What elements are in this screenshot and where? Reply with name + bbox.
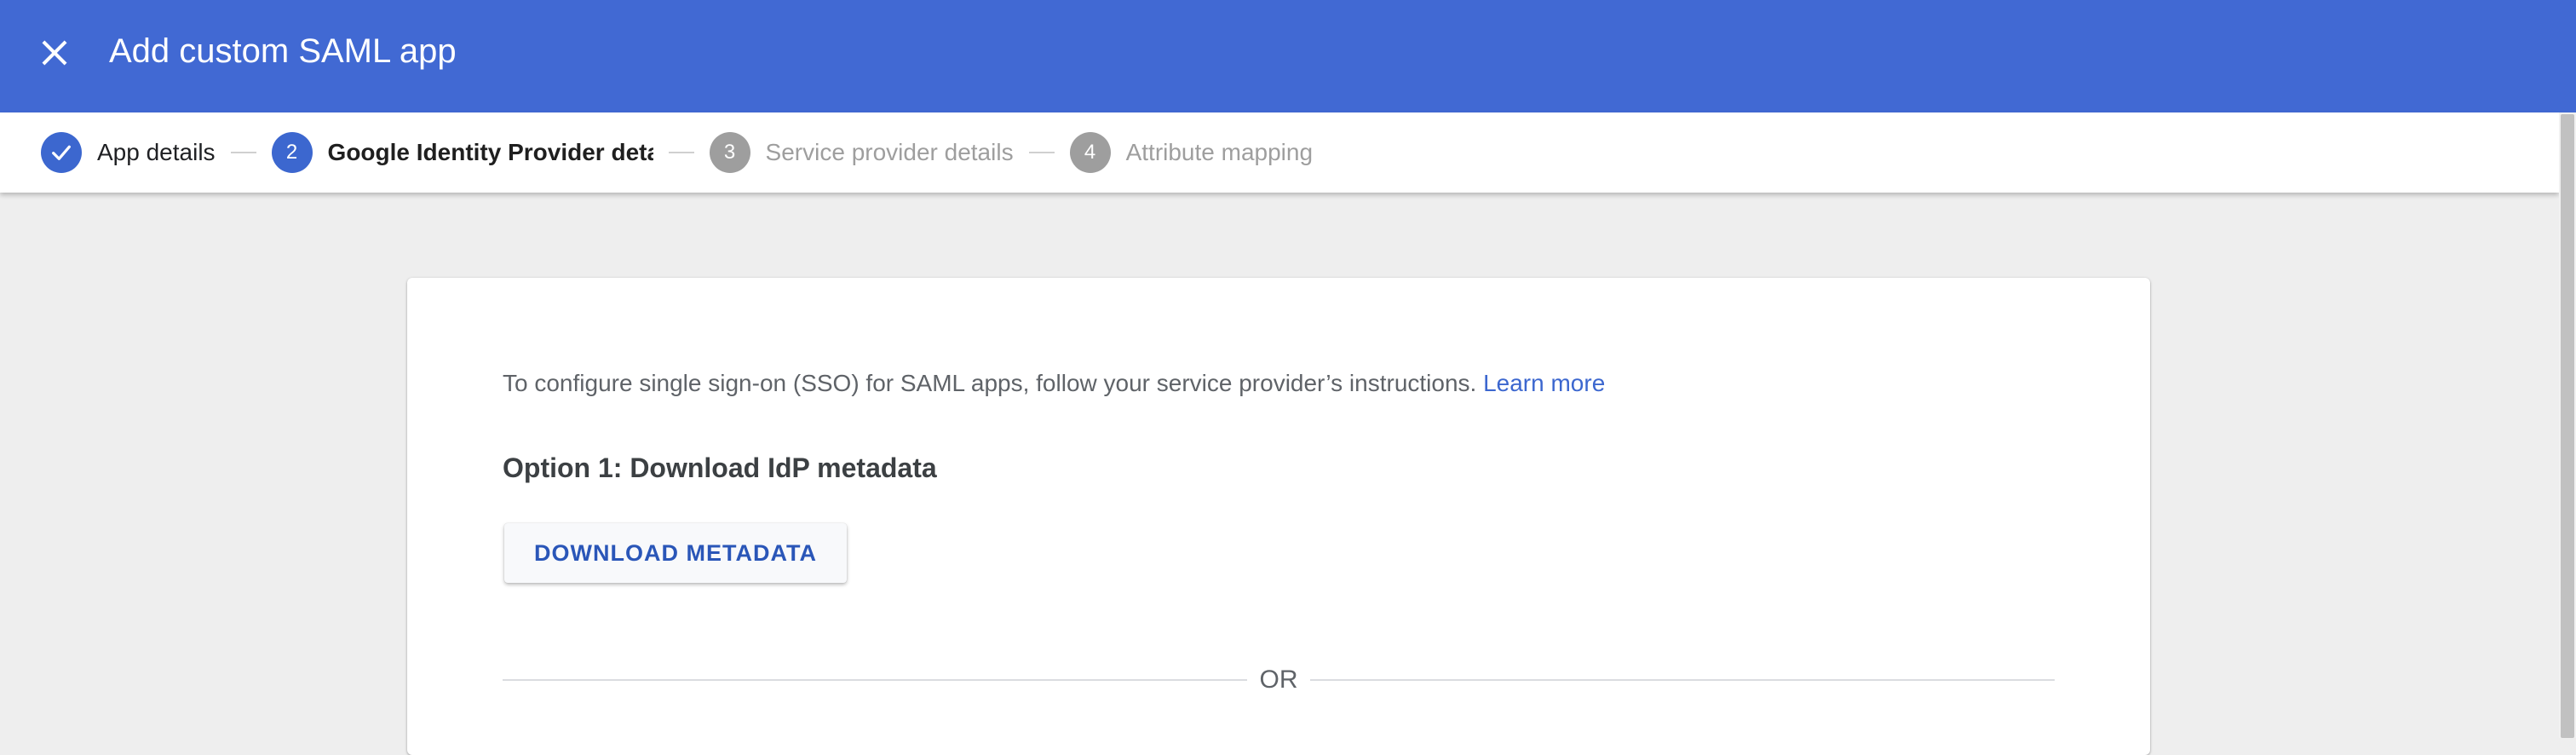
- step-label: Service provider details: [765, 139, 1014, 165]
- step-label: Google Identity Provider detail:: [327, 139, 653, 165]
- close-button[interactable]: [24, 22, 85, 84]
- step-connector: [230, 152, 256, 153]
- step-service-provider-details[interactable]: 3 Service provider details: [709, 112, 1014, 193]
- stepper: App details 2 Google Identity Provider d…: [0, 112, 2559, 193]
- step-completed-check: [41, 132, 82, 173]
- step-number: 3: [709, 132, 750, 173]
- step-label: Attribute mapping: [1125, 139, 1314, 165]
- close-icon: [42, 40, 67, 66]
- step-connector: [1028, 152, 1055, 153]
- content-card: To configure single sign-on (SSO) for SA…: [407, 278, 2150, 755]
- intro-text: To configure single sign-on (SSO) for SA…: [503, 366, 1605, 401]
- download-metadata-button[interactable]: DOWNLOAD METADATA: [504, 523, 847, 583]
- app-header: Add custom SAML app: [0, 0, 2576, 112]
- option-1-heading: Option 1: Download IdP metadata: [503, 452, 937, 483]
- or-separator: OR: [1259, 666, 1298, 694]
- step-attribute-mapping[interactable]: 4 Attribute mapping: [1069, 112, 1314, 193]
- divider: [1310, 679, 2055, 681]
- step-number: 2: [271, 132, 313, 173]
- divider: [503, 679, 1247, 681]
- step-google-identity-provider-details[interactable]: 2 Google Identity Provider detail:: [271, 112, 653, 193]
- step-label: App details: [97, 139, 216, 165]
- step-app-details[interactable]: App details: [41, 112, 216, 193]
- step-connector: [668, 152, 694, 153]
- intro-instructions: To configure single sign-on (SSO) for SA…: [503, 370, 1477, 396]
- check-icon: [52, 145, 71, 160]
- scrollbar-thumb[interactable]: [2561, 114, 2574, 738]
- page-title: Add custom SAML app: [109, 32, 457, 70]
- step-number: 4: [1069, 132, 1111, 173]
- learn-more-link[interactable]: Learn more: [1483, 370, 1605, 396]
